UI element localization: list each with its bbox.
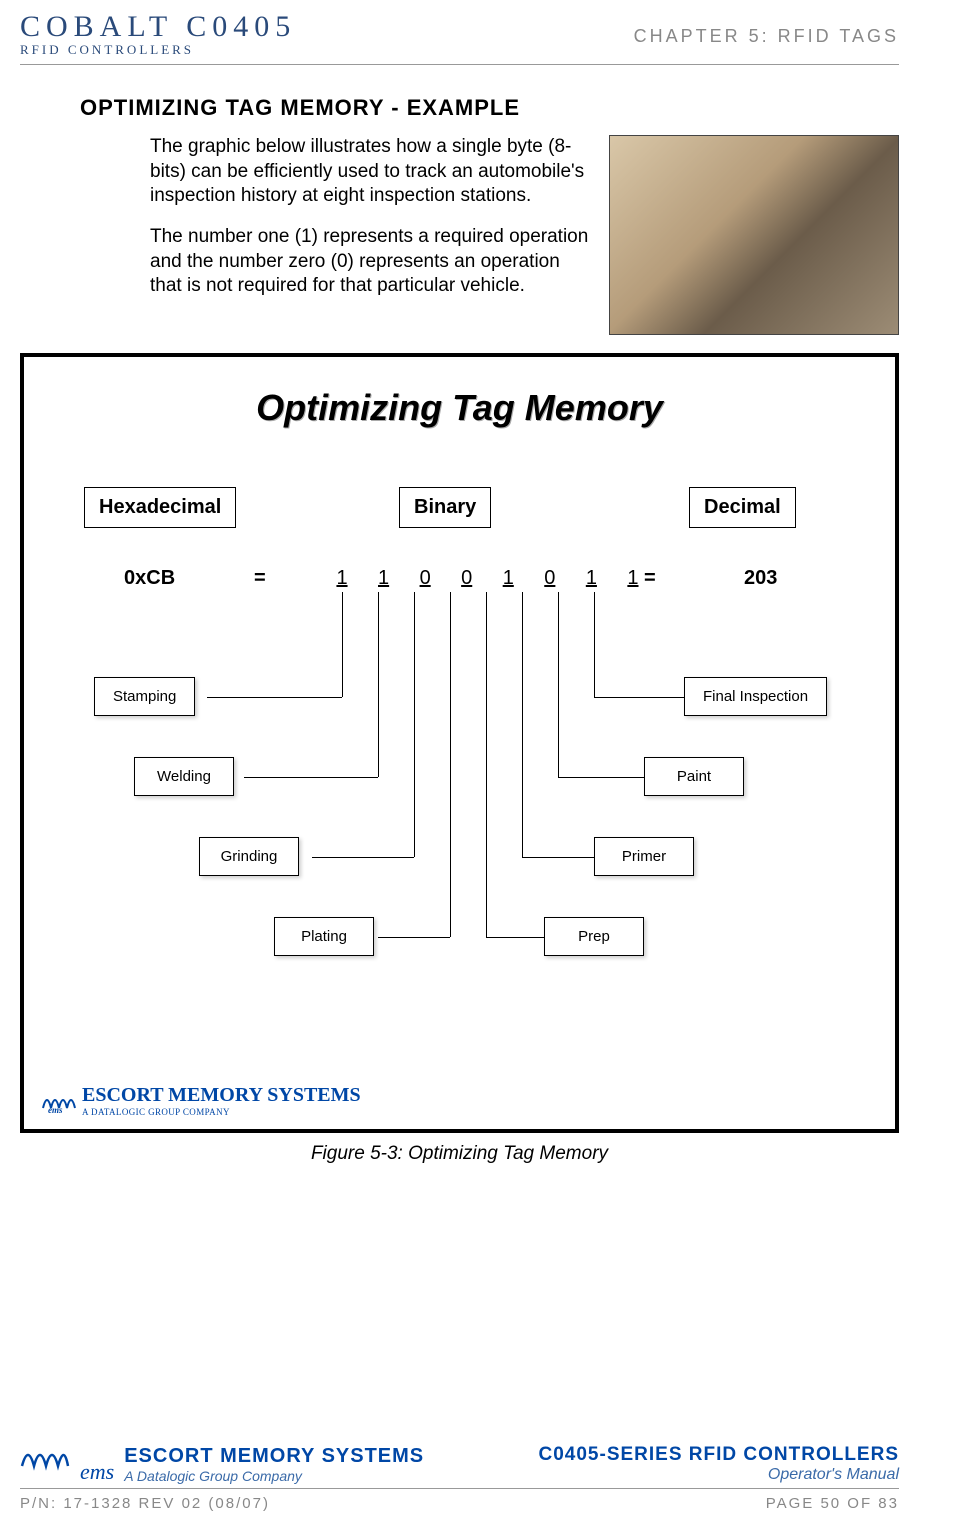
figure-title: Optimizing Tag Memory — [44, 387, 875, 429]
line — [342, 592, 343, 697]
line — [486, 937, 544, 938]
hex-value: 0xCB — [124, 567, 175, 590]
line — [522, 592, 523, 857]
bit-6: 1 — [366, 567, 402, 590]
figure-caption: Figure 5-3: Optimizing Tag Memory — [20, 1143, 899, 1165]
line — [558, 592, 559, 777]
line — [378, 592, 379, 777]
ems-wave-icon: ems — [42, 1088, 76, 1114]
op-welding: Welding — [134, 757, 234, 796]
line — [558, 777, 644, 778]
bit-7: 1 — [324, 567, 360, 590]
op-primer: Primer — [594, 837, 694, 876]
op-final-inspection: Final Inspection — [684, 677, 827, 716]
vehicle-photo — [609, 135, 899, 335]
bit-4: 0 — [449, 567, 485, 590]
footer-product: C0405-SERIES RFID CONTROLLERS — [539, 1444, 900, 1466]
footer-brand: ESCORT MEMORY SYSTEMS — [124, 1445, 424, 1468]
line — [378, 937, 450, 938]
bit-5: 0 — [407, 567, 443, 590]
op-prep: Prep — [544, 917, 644, 956]
ems-logo: ems ESCORT MEMORY SYSTEMS A DATALOGIC GR… — [42, 1084, 361, 1117]
footer-page: PAGE 50 OF 83 — [766, 1495, 899, 1512]
label-decimal: Decimal — [689, 487, 796, 528]
op-plating: Plating — [274, 917, 374, 956]
line — [207, 697, 342, 698]
footer-pn: P/N: 17-1328 REV 02 (08/07) — [20, 1495, 270, 1512]
line — [450, 592, 451, 937]
op-grinding: Grinding — [199, 837, 299, 876]
bit-3: 1 — [490, 567, 526, 590]
intro-para-1: The graphic below illustrates how a sing… — [150, 135, 589, 209]
page-footer: ems ESCORT MEMORY SYSTEMS A Datalogic Gr… — [20, 1440, 899, 1512]
intro-para-2: The number one (1) represents a required… — [150, 225, 589, 299]
footer-doc-type: Operator's Manual — [539, 1466, 900, 1484]
label-hexadecimal: Hexadecimal — [84, 487, 236, 528]
bit-1: 1 — [573, 567, 609, 590]
label-binary: Binary — [399, 487, 491, 528]
binary-bits: 1 1 0 0 1 0 1 1 — [324, 567, 651, 590]
footer-left: ems ESCORT MEMORY SYSTEMS A Datalogic Gr… — [20, 1440, 424, 1484]
line — [244, 777, 378, 778]
footer-brand-sub: A Datalogic Group Company — [124, 1468, 424, 1484]
op-stamping: Stamping — [94, 677, 195, 716]
footer-ems-tag: ems — [80, 1459, 114, 1484]
line — [522, 857, 594, 858]
intro-text: The graphic below illustrates how a sing… — [150, 135, 589, 335]
product-logo: COBALT C0405 RFID CONTROLLERS — [20, 10, 296, 58]
line — [594, 592, 595, 697]
line — [594, 697, 684, 698]
line — [312, 857, 414, 858]
bit-0: 1 — [615, 567, 651, 590]
footer-right: C0405-SERIES RFID CONTROLLERS Operator's… — [539, 1444, 900, 1484]
ems-sub: A DATALOGIC GROUP COMPANY — [82, 1107, 361, 1117]
logo-line2: RFID CONTROLLERS — [20, 42, 296, 58]
line — [486, 592, 487, 937]
footer-wave-icon — [20, 1440, 70, 1484]
page-header: COBALT C0405 RFID CONTROLLERS CHAPTER 5:… — [20, 10, 899, 65]
figure-frame: Optimizing Tag Memory Hexadecimal Binary… — [20, 353, 899, 1133]
ems-brand: ESCORT MEMORY SYSTEMS — [82, 1084, 361, 1106]
op-paint: Paint — [644, 757, 744, 796]
decimal-value: 203 — [744, 567, 777, 590]
logo-line1: COBALT C0405 — [20, 10, 296, 44]
svg-text:ems: ems — [48, 1105, 63, 1114]
line — [414, 592, 415, 857]
equals-1: = — [254, 567, 266, 590]
chapter-label: CHAPTER 5: RFID TAGS — [634, 26, 899, 47]
section-title: OPTIMIZING TAG MEMORY - EXAMPLE — [80, 95, 899, 121]
bit-2: 0 — [532, 567, 568, 590]
